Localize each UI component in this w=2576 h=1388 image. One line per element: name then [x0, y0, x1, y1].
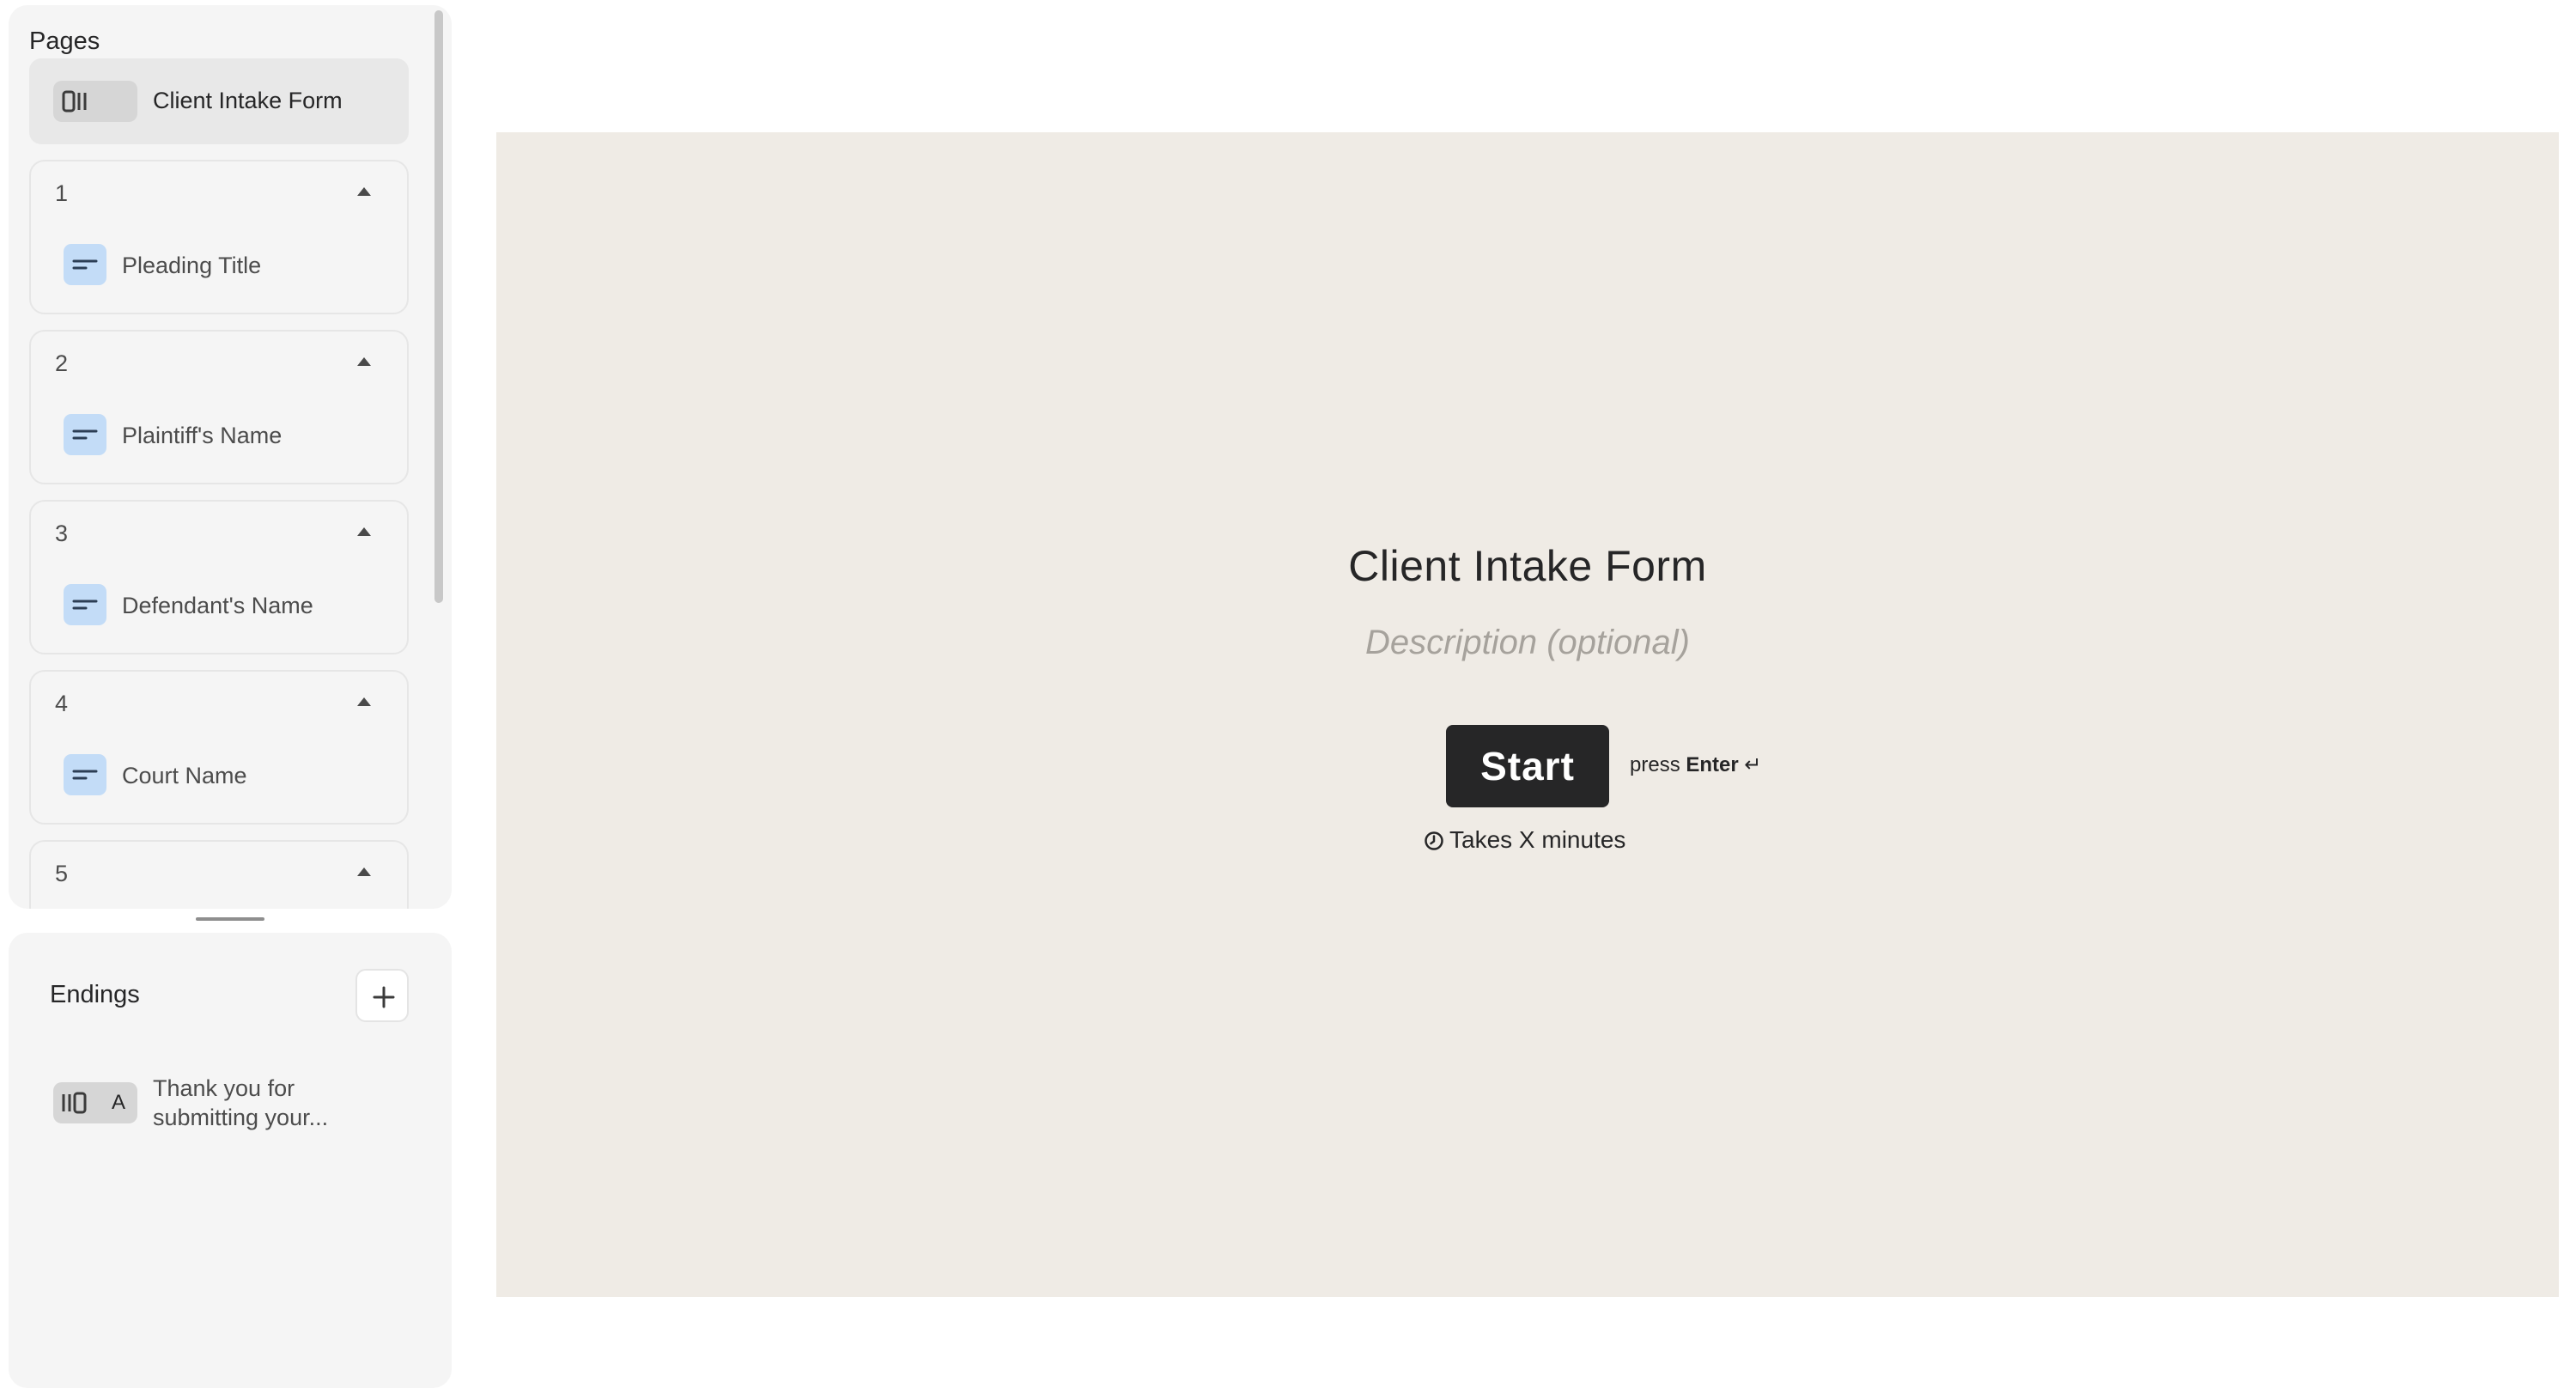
- collapse-caret-icon[interactable]: [357, 697, 371, 706]
- question-number: 1: [55, 180, 69, 206]
- short-text-icon: [72, 429, 98, 440]
- welcome-screen-label: Client Intake Form: [153, 88, 343, 113]
- question-label: Defendant's Name: [122, 593, 313, 618]
- question-card-5[interactable]: 5: [29, 840, 409, 909]
- question-number: 5: [55, 861, 69, 886]
- question-number: 4: [55, 691, 69, 716]
- press-key: Enter: [1686, 753, 1739, 776]
- pages-scrollbar[interactable]: [434, 10, 443, 603]
- ending-label: Thank you for submitting your...: [153, 1075, 329, 1130]
- short-text-icon: [72, 259, 98, 270]
- ending-item-a[interactable]: A Thank you for submitting your...: [29, 1058, 409, 1144]
- collapse-caret-icon[interactable]: [357, 527, 371, 536]
- form-preview-canvas: Client Intake Form Description (optional…: [496, 132, 2559, 1297]
- collapse-caret-icon[interactable]: [357, 357, 371, 366]
- question-number: 2: [55, 350, 69, 376]
- question-type-chip: [64, 584, 106, 625]
- welcome-screen-chip: [53, 81, 137, 122]
- question-type-chip: [64, 754, 106, 795]
- short-text-icon: [72, 600, 98, 610]
- question-card-3[interactable]: 3 Defendant's Name: [29, 500, 409, 654]
- enter-key-icon: ↵: [1744, 753, 1762, 776]
- time-estimate-text: Takes X minutes: [1449, 826, 1626, 853]
- press-enter-hint: press Enter ↵: [1630, 752, 1762, 777]
- question-label: Pleading Title: [122, 253, 262, 278]
- start-button[interactable]: Start: [1446, 725, 1609, 807]
- press-prefix: press: [1630, 753, 1680, 776]
- clock-icon: [1425, 831, 1443, 850]
- plus-icon: [373, 986, 395, 1008]
- ending-screen-icon: [62, 1092, 87, 1114]
- form-description-input[interactable]: Description (optional): [496, 624, 2559, 662]
- add-ending-button[interactable]: [355, 969, 409, 1022]
- endings-heading: Endings: [50, 981, 140, 1008]
- ending-screen-chip: A: [53, 1082, 137, 1123]
- short-text-icon: [72, 770, 98, 780]
- collapse-caret-icon[interactable]: [357, 187, 371, 196]
- panel-resize-handle[interactable]: [196, 917, 264, 921]
- question-type-chip: [64, 244, 106, 285]
- question-card-1[interactable]: 1 Pleading Title: [29, 160, 409, 314]
- time-estimate[interactable]: Takes X minutes: [1424, 826, 1625, 854]
- question-label: Plaintiff's Name: [122, 423, 283, 448]
- question-card-2[interactable]: 2 Plaintiff's Name: [29, 330, 409, 484]
- collapse-caret-icon[interactable]: [357, 868, 371, 876]
- question-type-chip: [64, 414, 106, 455]
- welcome-screen-icon: [62, 90, 87, 113]
- question-number: 3: [55, 520, 69, 546]
- welcome-screen-item[interactable]: Client Intake Form: [29, 58, 409, 144]
- question-card-4[interactable]: 4 Court Name: [29, 670, 409, 825]
- question-label: Court Name: [122, 763, 247, 788]
- form-title[interactable]: Client Intake Form: [496, 541, 2559, 591]
- pages-panel: Pages Client Intake Form 1 Pleading Titl…: [9, 5, 452, 909]
- pages-heading: Pages: [29, 27, 100, 55]
- endings-panel: Endings A Thank you for submitting your.…: [9, 933, 452, 1388]
- ending-letter: A: [112, 1091, 126, 1114]
